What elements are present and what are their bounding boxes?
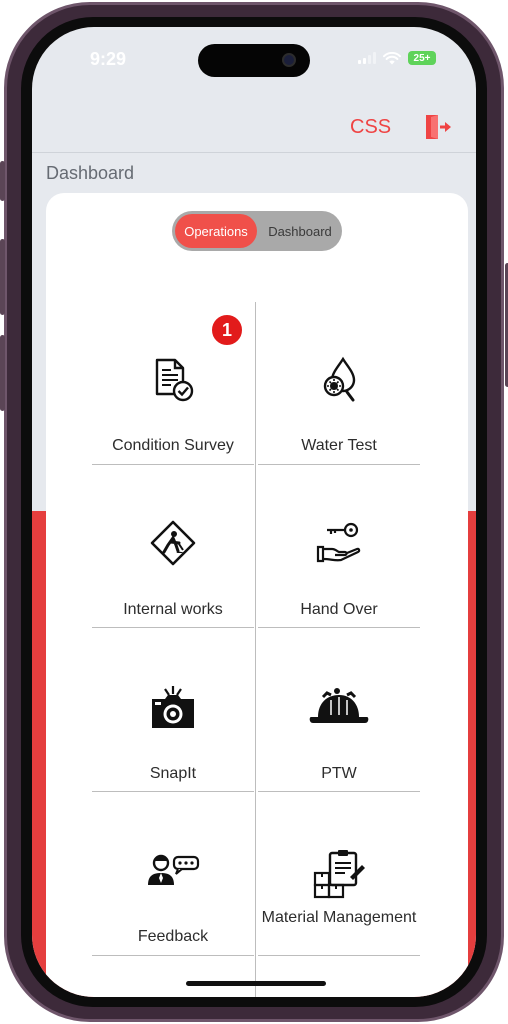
phone-frame: 9:29 25+ CSS Dashboard Operations Dashbo… [0, 2, 508, 1022]
menu-card: Operations Dashboard Condition Survey 1 … [46, 193, 468, 997]
tile-feedback[interactable]: Feedback [92, 793, 254, 956]
tile-label: Water Test [301, 437, 377, 454]
hard-hat-icon [309, 688, 369, 723]
battery-icon: 25+ [408, 51, 436, 65]
tile-divider [92, 955, 254, 956]
tile-label: Internal works [123, 601, 223, 618]
tile-divider [92, 791, 254, 792]
action-button [0, 161, 5, 201]
key-hand-icon [316, 522, 361, 563]
org-label[interactable]: CSS [350, 116, 391, 139]
volume-up-button [0, 239, 5, 315]
tab-operations[interactable]: Operations [175, 214, 257, 248]
wifi-icon [383, 51, 401, 64]
signal-icon [358, 52, 376, 64]
status-icons: 25+ [358, 51, 436, 65]
view-toggle[interactable]: Operations Dashboard [172, 211, 342, 251]
home-indicator[interactable] [186, 981, 326, 986]
status-time: 9:29 [90, 49, 127, 69]
tile-divider [258, 955, 420, 956]
work-sign-icon [150, 520, 196, 566]
header-divider [32, 152, 476, 153]
checked-document-icon [155, 358, 194, 402]
person-chat-icon [148, 854, 200, 885]
logout-door-icon[interactable] [423, 113, 453, 141]
screen: 9:29 25+ CSS Dashboard Operations Dashbo… [32, 27, 476, 997]
tile-label: Condition Survey [112, 437, 234, 454]
grid-divider [255, 302, 256, 997]
tile-ptw[interactable]: PTW [258, 629, 420, 792]
tile-label: Feedback [137, 928, 209, 945]
tile-divider [92, 627, 254, 628]
tile-water-test[interactable]: Water Test [258, 302, 420, 465]
tile-snapit[interactable]: SnapIt [92, 629, 254, 792]
camera-icon [152, 686, 194, 728]
tile-internal-works[interactable]: Internal works [92, 465, 254, 628]
dynamic-island [198, 44, 310, 77]
notification-badge: 1 [210, 313, 244, 347]
tile-label: Material Management [261, 909, 417, 926]
status-bar: 9:29 25+ [32, 27, 476, 89]
tab-dashboard[interactable]: Dashboard [260, 214, 340, 248]
water-drop-magnifier-icon [323, 356, 356, 402]
tile-material-management[interactable]: Material Management [258, 793, 420, 956]
tile-hand-over[interactable]: Hand Over [258, 465, 420, 628]
tile-divider [258, 627, 420, 628]
tile-label: SnapIt [149, 765, 197, 782]
tile-label: PTW [321, 765, 357, 782]
tile-label: Hand Over [300, 601, 378, 618]
front-camera-icon [282, 53, 296, 67]
page-title: Dashboard [46, 163, 135, 183]
tile-divider [258, 791, 420, 792]
clipboard-boxes-icon [313, 850, 365, 899]
phone-bezel: 9:29 25+ CSS Dashboard Operations Dashbo… [21, 17, 487, 1007]
volume-down-button [0, 335, 5, 411]
